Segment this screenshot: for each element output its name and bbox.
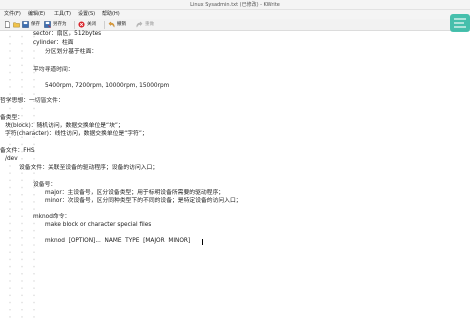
- redo-label: 重做: [145, 22, 154, 27]
- editor-line: 块(block)：随机访问，数据交换单位是“块”；: [5, 123, 124, 129]
- toolbar: 保存 另存为 关闭 撤销 重做: [0, 19, 470, 31]
- redo-button[interactable]: 重做: [136, 21, 160, 29]
- editor-line: 平均寻道时间：: [33, 67, 74, 73]
- undo-icon: [108, 21, 115, 28]
- toolbar-separator: [74, 21, 75, 29]
- menu-help[interactable]: 帮助(H): [102, 11, 120, 18]
- window-title: Linux Sysadmin.txt (已修改) - KWrite: [190, 2, 280, 8]
- menu-bar: 文件(F) 编辑(E) 工具(T) 设置(S) 帮助(H): [0, 10, 470, 19]
- editor-line: mknod命令：: [33, 214, 71, 220]
- save-as-label: 另存为: [53, 22, 67, 27]
- editor-line: 设备号：: [33, 182, 57, 188]
- editor-line: cylinder：柱面: [33, 40, 74, 46]
- editor-line: 分区划分基于柱面：: [45, 49, 98, 55]
- save-button[interactable]: 保存: [22, 21, 40, 29]
- redo-icon: [136, 21, 143, 28]
- close-button[interactable]: 关闭: [78, 21, 102, 29]
- new-document-icon: [5, 21, 10, 28]
- kwrite-window: Linux Sysadmin.txt (已修改) - KWrite 文件(F) …: [0, 0, 470, 320]
- editor-line: sector：扇区，512bytes: [33, 31, 102, 37]
- editor-line: 备文件：FHS: [0, 148, 35, 154]
- editor-line: 备类型：: [0, 115, 24, 121]
- save-icon: [22, 21, 29, 28]
- close-label: 关闭: [87, 22, 96, 27]
- save-as-icon: [44, 21, 51, 28]
- new-button[interactable]: [4, 21, 10, 29]
- editor-line: major：主设备号，区分设备类型；用于标明设备所需要的驱动程序；: [45, 190, 225, 196]
- open-button[interactable]: [13, 21, 21, 29]
- menu-tools[interactable]: 工具(T): [54, 11, 71, 18]
- editor-line: minor：次设备号，区分同种类型下的不同的设备；是特定设备的访问入口；: [45, 198, 242, 204]
- title-bar: Linux Sysadmin.txt (已修改) - KWrite: [0, 0, 470, 10]
- undo-label: 撤销: [117, 22, 126, 27]
- editor-line: 设备文件：关联至设备的驱动程序；设备的访问入口；: [19, 165, 159, 171]
- menu-settings[interactable]: 设置(S): [78, 11, 95, 18]
- text-editor[interactable]: sector：扇区，512bytes cylinder：柱面 分区划分基于柱面：…: [0, 31, 470, 320]
- menu-edit[interactable]: 编辑(E): [28, 11, 45, 18]
- save-label: 保存: [31, 22, 40, 27]
- menu-file[interactable]: 文件(F): [4, 11, 21, 18]
- text-cursor: [202, 239, 203, 245]
- editor-line: make block or character special files: [45, 222, 152, 228]
- editor-line: /dev: [5, 156, 18, 162]
- editor-line: mknod [OPTION]... NAME TYPE [MAJOR MINOR…: [45, 238, 191, 244]
- save-as-button[interactable]: 另存为: [44, 21, 72, 29]
- editor-line: 5400rpm, 7200rpm, 10000rpm, 15000rpm: [45, 83, 170, 89]
- editor-line: 哲学思想：一切皆文件：: [0, 98, 64, 104]
- close-icon: [78, 21, 85, 28]
- toolbar-separator: [104, 21, 105, 29]
- open-folder-icon: [13, 22, 20, 28]
- editor-line: 字符(character)：线性访问，数据交换单位是“字符”；: [5, 131, 148, 137]
- undo-button[interactable]: 撤销: [108, 21, 132, 29]
